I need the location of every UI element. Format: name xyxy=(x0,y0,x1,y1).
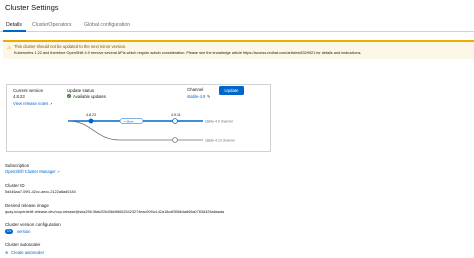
next-version-node xyxy=(172,118,178,124)
autoscaler-label: Cluster autoscaler xyxy=(5,242,41,247)
update-graph: 4.8.23 4.9.11 + More stable-4.9 channel … xyxy=(67,113,235,143)
next-channel-lane-label: stable-4.10 channel xyxy=(205,138,235,142)
version-config-badge: CV xyxy=(5,229,14,234)
create-autoscaler-link[interactable]: Create autoscaler xyxy=(11,250,44,255)
main-channel-lane-label: stable-4.9 channel xyxy=(205,119,233,123)
release-image-value: quay.io/openshift-release-dev/ocp-releas… xyxy=(5,210,225,214)
version-config-label: Cluster version configuration xyxy=(5,222,61,227)
subscription-label: Subscription xyxy=(5,163,30,168)
subscription-link-label: OpenShift Cluster Manager xyxy=(5,169,56,174)
current-version-node-label: 4.8.23 xyxy=(86,113,96,117)
cluster-id-label: Cluster ID xyxy=(5,183,25,188)
next-channel-line xyxy=(67,120,203,141)
external-link-icon: ↗ xyxy=(56,170,60,174)
version-config-link[interactable]: version xyxy=(17,229,31,234)
release-image-label: Desired release image xyxy=(5,203,49,208)
next-channel-node xyxy=(172,137,178,143)
more-versions-label: + More xyxy=(124,119,134,123)
next-version-node-label: 4.9.11 xyxy=(171,113,181,117)
current-version-node xyxy=(88,118,94,124)
cluster-id-value: 5d446aa7-09f1-42cc-aecc-2122a8ad0184 xyxy=(5,190,76,194)
subscription-link[interactable]: OpenShift Cluster Manager ↗ xyxy=(5,169,60,174)
plus-circle-icon[interactable]: ⊕ xyxy=(5,250,8,255)
